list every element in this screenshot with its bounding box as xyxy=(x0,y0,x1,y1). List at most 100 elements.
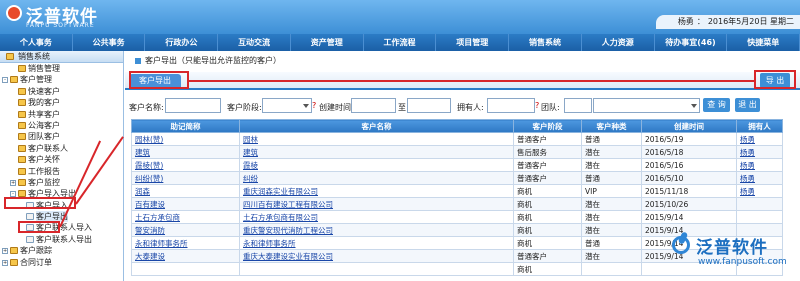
cell-link[interactable]: 纠纷(赞) xyxy=(135,174,163,183)
team-select[interactable] xyxy=(593,98,700,113)
column-header[interactable]: 创建时间 xyxy=(641,119,737,133)
cell-link[interactable]: 重庆警安现代消防工程公司 xyxy=(243,226,333,235)
topnav-item[interactable]: 销售系统 xyxy=(509,34,582,51)
cell-link[interactable]: 园林(赞) xyxy=(135,135,163,144)
cell-text: 商机 xyxy=(517,199,532,209)
table-row[interactable]: 纠纷(赞) 纠纷 普通客户 普通 2016/5/10 杨勇 xyxy=(131,171,783,185)
sidebar-item-label: 团队客户 xyxy=(28,132,60,142)
topnav-item[interactable]: 个人事务 xyxy=(0,34,73,51)
topnav-item[interactable]: 快捷菜单 xyxy=(727,34,800,51)
cell-link[interactable]: 土石方承包商有限公司 xyxy=(243,213,318,222)
table-row[interactable]: 园林(赞) 园林 普通客户 普通 2016/5/19 杨勇 xyxy=(131,132,783,146)
collapse-icon[interactable]: - xyxy=(2,77,8,84)
column-header[interactable]: 客户名称 xyxy=(239,119,514,133)
table-cell: 普通客户 xyxy=(513,171,582,185)
cell-link[interactable]: 永和律师事务所 xyxy=(135,239,188,248)
cell-text: 潜在 xyxy=(585,147,600,157)
expand-icon[interactable]: + xyxy=(2,259,8,266)
sidebar-item[interactable]: 快速客户 xyxy=(0,86,123,97)
cell-link[interactable]: 重庆润森实业有限公司 xyxy=(243,187,318,196)
cell-link[interactable]: 建筑 xyxy=(243,148,258,157)
cell-link[interactable]: 杨勇 xyxy=(740,161,755,170)
table-cell: 重庆警安现代消防工程公司 xyxy=(239,223,514,237)
query-button[interactable]: 查 询 xyxy=(703,98,730,112)
cell-link[interactable]: 四川百有建设工程有限公司 xyxy=(243,200,333,209)
topnav-item[interactable]: 互动交流 xyxy=(218,34,291,51)
table-cell: 润森 xyxy=(131,184,240,198)
sidebar-header[interactable]: 销售系统 xyxy=(0,51,123,63)
cell-text: 2015/9/14 xyxy=(645,212,684,222)
sidebar-item-label: 客户联系人导出 xyxy=(36,234,92,244)
column-header[interactable]: 助记简称 xyxy=(131,119,240,133)
sidebar-item[interactable]: + 客户监控 xyxy=(0,177,123,188)
sidebar-item[interactable]: + 客户跟踪 xyxy=(0,245,123,256)
exit-button[interactable]: 退 出 xyxy=(735,98,760,112)
cell-link[interactable]: 永和律师事务所 xyxy=(243,239,296,248)
folder-icon xyxy=(10,247,18,255)
cell-link[interactable]: 百有建设 xyxy=(135,200,165,209)
folder-icon xyxy=(18,133,26,141)
cell-link[interactable]: 警安消防 xyxy=(135,226,165,235)
table-cell: 永和律师事务所 xyxy=(131,236,240,250)
sidebar-item[interactable]: 公海客户 xyxy=(0,120,123,131)
sidebar-item[interactable]: 我的客户 xyxy=(0,97,123,108)
cell-link[interactable]: 大泰建设 xyxy=(135,252,165,261)
folder-icon xyxy=(18,167,26,175)
cell-link[interactable]: 杨勇 xyxy=(740,174,755,183)
created-from-input[interactable] xyxy=(351,98,396,113)
table-cell: 商机 xyxy=(513,223,582,237)
cell-text: 商机 xyxy=(517,238,532,248)
table-cell: 园林 xyxy=(239,132,514,146)
cell-link[interactable]: 霞棱(赞) xyxy=(135,161,163,170)
sidebar-item-label: 工作报告 xyxy=(28,166,60,176)
sidebar-item[interactable]: 客户联系人导出 xyxy=(0,234,123,245)
cell-link[interactable]: 重庆大泰建设实业有限公司 xyxy=(243,252,333,261)
sidebar-item[interactable]: 工作报告 xyxy=(0,166,123,177)
arrow-line xyxy=(189,80,754,82)
topnav-item[interactable]: 工作流程 xyxy=(364,34,437,51)
sidebar-item[interactable]: - 客户管理 xyxy=(0,74,123,85)
topnav-item[interactable]: 公共事务 xyxy=(73,34,146,51)
cell-link[interactable]: 土石方承包商 xyxy=(135,213,180,222)
cell-link[interactable]: 杨勇 xyxy=(740,187,755,196)
sidebar-item-label: 我的客户 xyxy=(28,98,60,108)
sidebar: 销售系统 销售管理 - 客户管理 快速客户 我的客户 共享客户 公海客户 团队客户 客户联系人客… xyxy=(0,51,124,281)
sidebar-item[interactable]: 销售管理 xyxy=(0,63,123,74)
table-row[interactable]: 土石方承包商 土石方承包商有限公司 商机 潜在 2015/9/14 xyxy=(131,210,783,224)
cell-link[interactable]: 杨勇 xyxy=(740,135,755,144)
created-to-input[interactable] xyxy=(407,98,451,113)
topnav-item[interactable]: 项目管理 xyxy=(436,34,510,51)
cell-link[interactable]: 霞棱 xyxy=(243,161,258,170)
column-header[interactable]: 客户种类 xyxy=(581,119,642,133)
table-cell: 2016/5/10 xyxy=(641,171,737,185)
cell-link[interactable]: 杨勇 xyxy=(740,148,755,157)
sidebar-item[interactable]: 客户联系人 xyxy=(0,143,123,154)
topnav-item[interactable]: 待办事宜(46) xyxy=(655,34,728,51)
topnav-item[interactable]: 人力资源 xyxy=(582,34,655,51)
cell-link[interactable]: 纠纷 xyxy=(243,174,258,183)
cell-text: 2016/5/19 xyxy=(645,134,684,144)
team-input[interactable] xyxy=(564,98,592,113)
table-row[interactable]: 润森 重庆润森实业有限公司 商机 VIP 2015/11/18 杨勇 xyxy=(131,184,783,198)
column-header[interactable]: 拥有人 xyxy=(736,119,783,133)
customer-name-input[interactable] xyxy=(165,98,221,113)
breadcrumb-text: 客户导出（只能导出允许监控的客户） xyxy=(145,56,281,65)
cell-link[interactable]: 建筑 xyxy=(135,148,150,157)
table-row[interactable]: 霞棱(赞) 霞棱 普通客户 潜在 2016/5/16 杨勇 xyxy=(131,158,783,172)
sidebar-item[interactable]: + 合同订单 xyxy=(0,257,123,268)
sidebar-item[interactable]: 共享客户 xyxy=(0,109,123,120)
expand-icon[interactable]: + xyxy=(2,248,8,255)
table-row[interactable]: 百有建设 四川百有建设工程有限公司 商机 潜在 2015/10/26 xyxy=(131,197,783,211)
cell-link[interactable]: 园林 xyxy=(243,135,258,144)
column-header[interactable]: 客户阶段 xyxy=(513,119,582,133)
expand-icon[interactable]: + xyxy=(10,179,16,186)
sidebar-item[interactable]: 团队客户 xyxy=(0,131,123,142)
table-cell: 普通 xyxy=(581,236,642,250)
topnav-item[interactable]: 资产管理 xyxy=(291,34,364,51)
owner-input[interactable] xyxy=(487,98,535,113)
topnav-item[interactable]: 行政办公 xyxy=(145,34,219,51)
cell-link[interactable]: 润森 xyxy=(135,187,150,196)
stage-select[interactable] xyxy=(262,98,312,113)
cell-text: 2016/5/10 xyxy=(645,173,684,183)
table-row[interactable]: 建筑 建筑 售后服务 潜在 2016/5/18 杨勇 xyxy=(131,145,783,159)
